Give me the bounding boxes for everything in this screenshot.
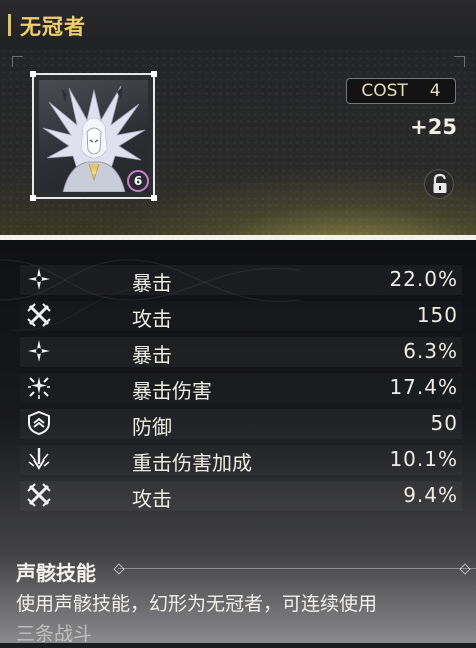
heading-rule bbox=[118, 568, 476, 569]
frame-corner bbox=[151, 195, 157, 201]
stat-label: 重击伤害加成 bbox=[132, 451, 252, 475]
echo-rank-badge: 6 bbox=[127, 170, 149, 192]
attack-icon bbox=[27, 483, 51, 507]
stat-row-attack: 攻击 9.4% bbox=[20, 478, 462, 512]
cost-indicator: COST 4 bbox=[346, 78, 456, 104]
stat-label: 攻击 bbox=[132, 307, 172, 331]
crit-damage-icon bbox=[28, 377, 50, 399]
stat-value: 6.3% bbox=[403, 339, 458, 363]
frame-corner bbox=[151, 71, 157, 77]
echo-name-title: 无冠者 bbox=[20, 15, 86, 39]
panel-header: 无冠者 bbox=[0, 0, 476, 49]
stat-value: 150 bbox=[416, 303, 458, 327]
attack-icon bbox=[27, 303, 51, 327]
corner-decoration bbox=[12, 56, 23, 67]
echo-skill-heading: 声骸技能 bbox=[16, 561, 96, 585]
frame-corner bbox=[30, 71, 36, 77]
echo-skill-description: 使用声骸技能，幻形为无冠者，可连续使用 bbox=[16, 593, 378, 615]
stat-row-attack: 攻击 150 bbox=[20, 298, 462, 332]
stat-value: 22.0% bbox=[389, 267, 458, 291]
stat-value: 17.4% bbox=[389, 375, 458, 399]
stat-label: 暴击伤害 bbox=[132, 379, 212, 403]
header-accent-bar bbox=[8, 14, 11, 36]
stat-row-heavy-attack-bonus: 重击伤害加成 10.1% bbox=[20, 442, 462, 476]
stat-label: 攻击 bbox=[132, 487, 172, 511]
stat-row-crit-damage: 暴击伤害 17.4% bbox=[20, 370, 462, 404]
defense-icon bbox=[28, 410, 50, 436]
stat-value: 9.4% bbox=[403, 483, 458, 507]
cost-label: COST bbox=[361, 81, 408, 101]
stat-row-defense: 防御 50 bbox=[20, 406, 462, 440]
crit-rate-icon bbox=[28, 268, 50, 290]
echo-level: +25 bbox=[410, 115, 457, 139]
echo-skill-description-continued: 三条战斗 bbox=[16, 623, 93, 645]
stat-label: 暴击 bbox=[132, 343, 172, 367]
stat-value: 10.1% bbox=[389, 447, 458, 471]
heavy-attack-bonus-icon bbox=[28, 448, 50, 470]
stat-value: 50 bbox=[430, 411, 458, 435]
stat-row-crit-rate: 暴击 22.0% bbox=[20, 262, 462, 296]
stat-label: 暴击 bbox=[132, 271, 172, 295]
lock-toggle-button[interactable] bbox=[424, 169, 454, 199]
stat-label: 防御 bbox=[132, 415, 172, 439]
cost-value: 4 bbox=[429, 81, 441, 101]
crit-rate-icon bbox=[28, 340, 50, 362]
unlock-icon bbox=[433, 173, 447, 193]
corner-decoration bbox=[454, 56, 465, 67]
frame-corner bbox=[30, 195, 36, 201]
stat-row-crit-rate: 暴击 6.3% bbox=[20, 334, 462, 368]
